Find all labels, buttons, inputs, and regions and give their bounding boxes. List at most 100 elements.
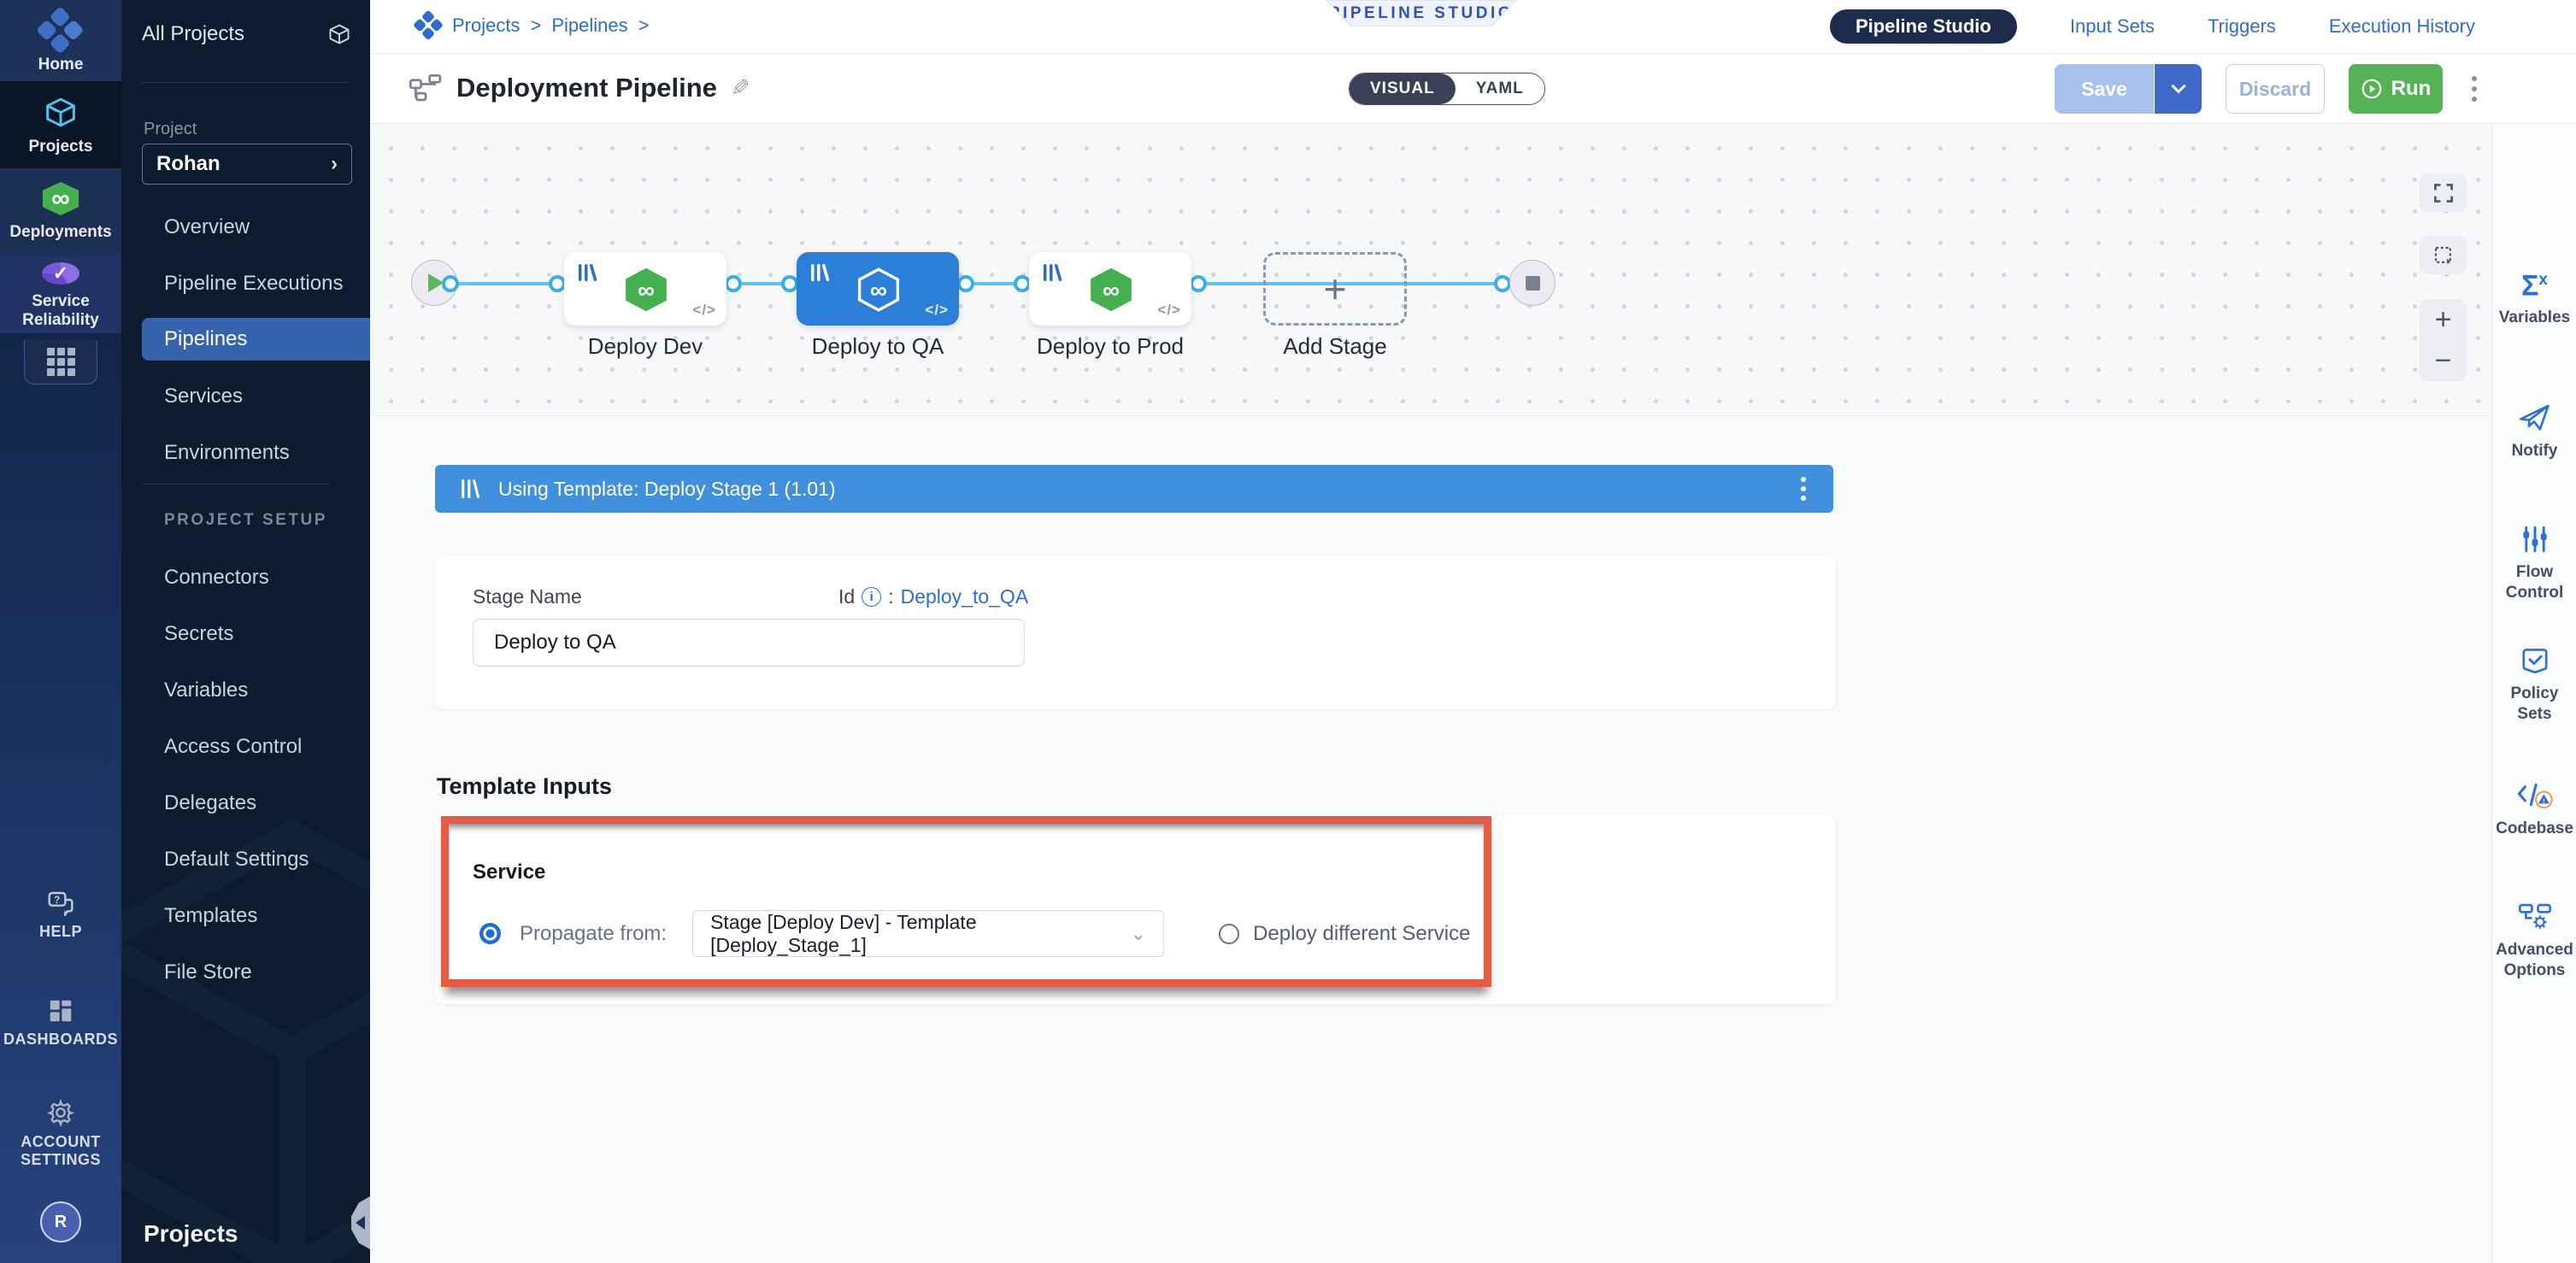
sidebar-item-file-store[interactable]: File Store (164, 960, 252, 984)
codebase-icon: ! (2516, 779, 2554, 810)
sidebar-item-overview[interactable]: Overview (164, 215, 250, 239)
studio-right-toolbar: Σx Variables Notify Flow Control Policy … (2491, 0, 2576, 1263)
chevron-down-icon (2171, 84, 2186, 94)
sidebar-item-connectors[interactable]: Connectors (164, 566, 269, 590)
breadcrumb-projects-link[interactable]: Projects (452, 15, 520, 37)
fullscreen-button[interactable] (2420, 173, 2467, 212)
sidebar-item-services[interactable]: Services (164, 385, 243, 408)
yaml-code-tag: </> (692, 302, 716, 319)
pipeline-canvas[interactable]: ∞ </> Deploy Dev ∞ </> Deploy to QA ∞ </… (370, 124, 2576, 416)
zoom-in-button[interactable]: + (2435, 303, 2452, 337)
stage-node-deploy-dev[interactable]: ∞ </> (564, 252, 726, 326)
deploy-different-label: Deploy different Service (1253, 922, 1470, 946)
sidebar-item-environments[interactable]: Environments (164, 441, 290, 465)
header-actions: Save Discard Run (2055, 64, 2482, 114)
help-button[interactable]: ? HELP (0, 890, 121, 941)
play-circle-icon (2361, 78, 2383, 100)
deploy-different-service-option[interactable]: Deploy different Service (1219, 922, 1470, 946)
dashboards-label: DASHBOARDS (3, 1031, 118, 1049)
discard-button[interactable]: Discard (2226, 64, 2325, 114)
breadcrumb-pipelines-link[interactable]: Pipelines (551, 15, 627, 37)
project-select[interactable]: Rohan › (142, 144, 352, 185)
template-options-kebab[interactable] (1797, 473, 1809, 504)
module-rail: Home Projects ∞ Deployments ✓ Service Re… (0, 0, 121, 1263)
service-options-row: Propagate from: Stage [Deploy Dev] - Tem… (479, 910, 1470, 957)
project-box-icon (327, 22, 351, 46)
sidebar-item-delegates[interactable]: Delegates (164, 791, 256, 815)
node-port (442, 275, 459, 292)
rail-module-home[interactable]: Home (0, 0, 121, 81)
cd-stage-icon: ∞ (1087, 266, 1135, 314)
propagate-label: Propagate from: (520, 922, 667, 946)
rail-module-deployments[interactable]: ∞ Deployments (0, 168, 121, 254)
module-picker-button[interactable] (24, 340, 97, 385)
sidebar-item-templates[interactable]: Templates (164, 904, 257, 928)
rail-module-projects[interactable]: Projects (0, 81, 121, 168)
deploy-different-radio[interactable] (1219, 924, 1239, 944)
tab-execution-history[interactable]: Execution History (2329, 15, 2475, 38)
template-icon (459, 478, 481, 500)
run-button[interactable]: Run (2349, 64, 2443, 114)
dashboards-button[interactable]: DASHBOARDS (0, 998, 121, 1049)
toggle-visual[interactable]: VISUAL (1350, 73, 1456, 104)
tab-triggers[interactable]: Triggers (2208, 15, 2276, 38)
sidebar-divider (142, 82, 350, 83)
sidebar-item-access-control[interactable]: Access Control (164, 735, 302, 759)
rail-module-service-reliability[interactable]: ✓ Service Reliability (0, 254, 121, 333)
plus-icon: + (1324, 266, 1347, 312)
dashboards-icon (48, 998, 74, 1024)
stage-name-input[interactable] (473, 619, 1025, 667)
toolbar-codebase[interactable]: ! Codebase (2492, 779, 2576, 839)
save-button[interactable]: Save (2055, 64, 2154, 114)
pipeline-header: Deployment Pipeline ✎ VISUAL YAML Save D… (370, 54, 2576, 124)
node-port (1190, 275, 1207, 292)
sidebar-item-variables[interactable]: Variables (164, 678, 248, 702)
node-port (957, 275, 974, 292)
tab-input-sets[interactable]: Input Sets (2070, 15, 2155, 38)
all-projects-header[interactable]: All Projects (142, 22, 351, 46)
toolbar-policy-sets[interactable]: Policy Sets (2492, 646, 2576, 725)
svg-text:!: ! (2543, 796, 2545, 804)
more-options-kebab[interactable] (2467, 71, 2482, 107)
module-grid-icon (47, 348, 75, 376)
sidebar-item-secrets[interactable]: Secrets (164, 622, 233, 646)
stage-id-value[interactable]: Deploy_to_QA (901, 585, 1029, 608)
info-icon[interactable]: i (862, 587, 881, 607)
save-dropdown-button[interactable] (2154, 64, 2202, 114)
stage-node-deploy-to-prod[interactable]: ∞ </> (1029, 252, 1191, 326)
sidebar-item-pipelines[interactable]: Pipelines (142, 318, 370, 361)
zoom-out-button[interactable]: − (2435, 344, 2452, 378)
stage-node-deploy-to-qa[interactable]: ∞ </> (797, 252, 959, 326)
pipeline-studio-badge: PIPELINE STUDIO (1326, 0, 1517, 26)
help-label: HELP (39, 923, 82, 941)
svg-text:∞: ∞ (1103, 277, 1120, 303)
rail-label-projects: Projects (29, 138, 93, 156)
projects-cube-icon (41, 95, 80, 130)
toggle-yaml[interactable]: YAML (1456, 73, 1544, 104)
chevron-right-icon: › (331, 152, 338, 176)
page-title: Deployment Pipeline (456, 73, 717, 103)
propagate-stage-dropdown[interactable]: Stage [Deploy Dev] - Template [Deploy_St… (692, 910, 1164, 957)
pipeline-end-node[interactable] (1509, 260, 1556, 306)
service-reliability-icon: ✓ (42, 262, 79, 285)
edit-pencil-icon[interactable]: ✎ (731, 75, 750, 102)
node-port (1494, 275, 1511, 292)
tab-pipeline-studio[interactable]: Pipeline Studio (1830, 9, 2017, 44)
toolbar-notify[interactable]: Notify (2492, 402, 2576, 461)
toolbar-advanced-options[interactable]: Advanced Options (2492, 901, 2576, 981)
rail-label-deployments: Deployments (9, 223, 111, 242)
add-stage-button[interactable]: + (1263, 252, 1407, 326)
account-settings-button[interactable]: ACCOUNT SETTINGS (0, 1099, 121, 1169)
annotation-highlight-box (441, 816, 1491, 987)
toolbar-variables[interactable]: Σx Variables (2492, 267, 2576, 328)
user-avatar[interactable]: R (40, 1201, 81, 1242)
sidebar-item-default-settings[interactable]: Default Settings (164, 848, 309, 872)
svg-text:∞: ∞ (638, 277, 655, 303)
selection-mode-button[interactable] (2420, 236, 2467, 274)
help-chat-icon: ? (47, 890, 74, 916)
variables-icon: Σx (2521, 267, 2548, 299)
sidebar-item-pipeline-executions[interactable]: Pipeline Executions (164, 272, 343, 296)
service-heading: Service (473, 861, 545, 884)
propagate-radio-selected[interactable] (479, 923, 501, 944)
toolbar-flow-control[interactable]: Flow Control (2492, 525, 2576, 603)
